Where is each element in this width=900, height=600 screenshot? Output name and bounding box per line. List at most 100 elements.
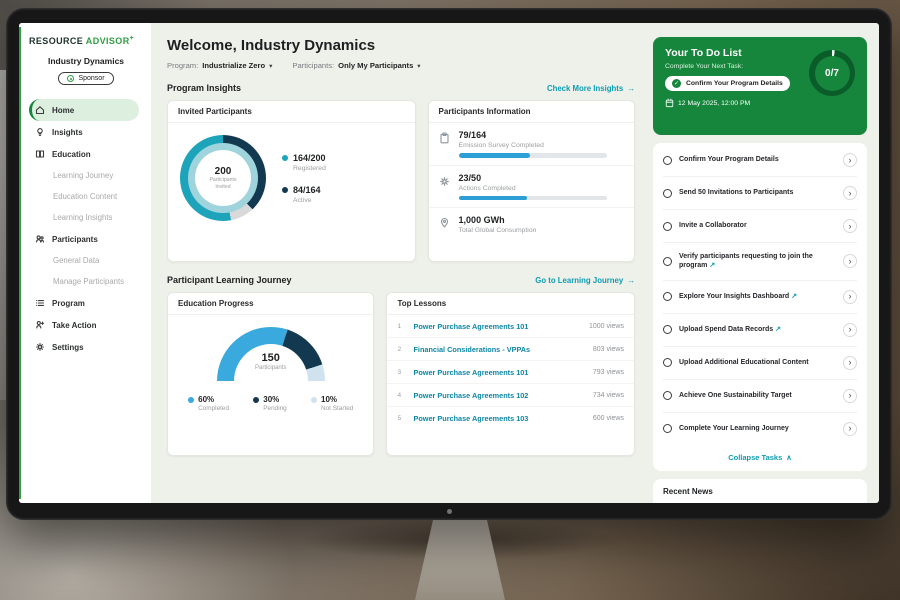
chevron-up-icon: ∧ xyxy=(786,453,792,462)
learning-journey-header: Participant Learning Journey Go to Learn… xyxy=(167,275,635,285)
task-row-achieve-sustainability-target[interactable]: Achieve One Sustainability Target › xyxy=(663,380,857,413)
lesson-link[interactable]: Power Purchase Agreements 103 xyxy=(413,414,584,423)
sidebar-item-home[interactable]: Home xyxy=(29,99,139,121)
lesson-rank: 3 xyxy=(397,369,405,376)
task-label: Confirm Your Program Details xyxy=(679,155,836,164)
participants-dropdown[interactable]: Participants: Only My Participants ▾ xyxy=(292,61,420,70)
task-checkbox[interactable] xyxy=(663,189,672,198)
active-value: 84/164 xyxy=(293,185,321,195)
chevron-right-icon[interactable]: › xyxy=(843,153,857,167)
education-progress-title: Education Progress xyxy=(168,293,373,315)
task-row-invite-collaborator[interactable]: Invite a Collaborator › xyxy=(663,210,857,243)
chevron-down-icon: ▾ xyxy=(269,62,272,70)
program-dropdown-label: Program: xyxy=(167,61,198,70)
app-logo: RESOURCE ADVISOR+ xyxy=(29,35,143,46)
task-checkbox[interactable] xyxy=(663,424,672,433)
sidebar-item-settings[interactable]: Settings xyxy=(29,336,143,358)
task-row-explore-insights[interactable]: Explore Your Insights Dashboard↗ › xyxy=(663,281,857,314)
check-more-insights-label: Check More Insights xyxy=(547,84,623,93)
lesson-rank: 5 xyxy=(397,415,405,422)
sidebar-item-learning-journey[interactable]: Learning Journey xyxy=(29,165,143,186)
pending-pct: 30% xyxy=(263,395,279,404)
task-checkbox[interactable] xyxy=(663,358,672,367)
chevron-right-icon[interactable]: › xyxy=(843,254,857,268)
next-task-pill[interactable]: ✓ Confirm Your Program Details xyxy=(665,76,790,91)
lesson-rank: 2 xyxy=(397,346,405,353)
sidebar-item-general-data[interactable]: General Data xyxy=(29,250,143,271)
registered-value: 164/200 xyxy=(293,153,326,163)
sidebar: RESOURCE ADVISOR+ Industry Dynamics Spon… xyxy=(19,23,151,503)
task-row-send-invitations[interactable]: Send 50 Invitations to Participants › xyxy=(663,177,857,210)
active-label: Active xyxy=(293,197,326,204)
sidebar-item-program[interactable]: Program xyxy=(29,292,143,314)
task-label: Invite a Collaborator xyxy=(679,221,836,230)
todo-task-list: Confirm Your Program Details › Send 50 I… xyxy=(653,143,867,471)
consumption-label: Total Global Consumption xyxy=(459,227,537,234)
map-pin-icon xyxy=(439,215,451,234)
program-dropdown-value: Industrialize Zero xyxy=(202,61,265,70)
task-row-confirm-program[interactable]: Confirm Your Program Details › xyxy=(663,144,857,177)
task-checkbox[interactable] xyxy=(663,156,672,165)
pending-dot-icon xyxy=(253,397,259,403)
lesson-link[interactable]: Power Purchase Agreements 101 xyxy=(413,322,581,331)
section-title-learning-journey: Participant Learning Journey xyxy=(167,275,292,285)
active-dot-icon xyxy=(282,187,288,193)
task-label: Upload Spend Data Records↗ xyxy=(679,325,836,334)
sidebar-item-take-action[interactable]: Take Action xyxy=(29,314,143,336)
pending-label: Pending xyxy=(263,405,286,412)
lesson-views: 600 views xyxy=(593,415,624,422)
sidebar-item-manage-participants[interactable]: Manage Participants xyxy=(29,271,143,292)
go-to-learning-journey-link[interactable]: Go to Learning Journey → xyxy=(535,276,635,285)
participants-dropdown-label: Participants: xyxy=(292,61,334,70)
lesson-link[interactable]: Power Purchase Agreements 101 xyxy=(413,368,584,377)
lesson-views: 1000 views xyxy=(589,323,624,330)
sidebar-item-label: Take Action xyxy=(52,321,96,330)
actions-completed-progressbar xyxy=(459,196,607,201)
sidebar-item-participants[interactable]: Participants xyxy=(29,228,143,250)
lesson-row: 5 Power Purchase Agreements 103 600 view… xyxy=(387,406,634,429)
chevron-right-icon[interactable]: › xyxy=(843,389,857,403)
task-checkbox[interactable] xyxy=(663,257,672,266)
sidebar-item-learning-insights[interactable]: Learning Insights xyxy=(29,207,143,228)
sidebar-item-insights[interactable]: Insights xyxy=(29,121,143,143)
task-checkbox[interactable] xyxy=(663,391,672,400)
chevron-right-icon[interactable]: › xyxy=(843,422,857,436)
task-label: Explore Your Insights Dashboard↗ xyxy=(679,292,836,301)
chevron-right-icon[interactable]: › xyxy=(843,356,857,370)
chevron-right-icon[interactable]: › xyxy=(843,290,857,304)
task-checkbox[interactable] xyxy=(663,222,672,231)
check-icon: ✓ xyxy=(672,79,681,88)
lightbulb-icon xyxy=(35,127,45,137)
invited-participants-title: Invited Participants xyxy=(168,101,415,123)
calendar-icon xyxy=(665,98,674,108)
program-dropdown[interactable]: Program: Industrialize Zero ▾ xyxy=(167,61,272,70)
recent-news-card: Recent News xyxy=(653,479,867,503)
chevron-right-icon[interactable]: › xyxy=(843,219,857,233)
chevron-right-icon[interactable]: › xyxy=(843,186,857,200)
sidebar-item-education[interactable]: Education xyxy=(29,143,143,165)
sidebar-item-education-content[interactable]: Education Content xyxy=(29,186,143,207)
task-row-verify-participants[interactable]: Verify participants requesting to join t… xyxy=(663,243,857,281)
lesson-link[interactable]: Financial Considerations - VPPAs xyxy=(413,345,584,354)
sponsor-badge[interactable]: Sponsor xyxy=(58,72,113,85)
lesson-rank: 1 xyxy=(397,323,405,330)
invited-participants-card: Invited Participants 200 Participants In… xyxy=(167,100,416,262)
book-icon xyxy=(35,149,45,159)
task-checkbox[interactable] xyxy=(663,292,672,301)
chevron-right-icon[interactable]: › xyxy=(843,323,857,337)
task-checkbox[interactable] xyxy=(663,325,672,334)
collapse-tasks-link[interactable]: Collapse Tasks ∧ xyxy=(663,445,857,470)
task-row-complete-learning-journey[interactable]: Complete Your Learning Journey › xyxy=(663,413,857,445)
sidebar-nav: Home Insights Education Learning Journey xyxy=(29,99,143,358)
lesson-views: 793 views xyxy=(593,369,624,376)
task-row-upload-educational-content[interactable]: Upload Additional Educational Content › xyxy=(663,347,857,380)
scene: RESOURCE ADVISOR+ Industry Dynamics Spon… xyxy=(0,0,900,600)
not-started-pct: 10% xyxy=(321,395,337,404)
check-more-insights-link[interactable]: Check More Insights → xyxy=(547,84,635,93)
task-row-upload-spend-data[interactable]: Upload Spend Data Records↗ › xyxy=(663,314,857,347)
participants-information-title: Participants Information xyxy=(429,101,634,123)
lesson-link[interactable]: Power Purchase Agreements 102 xyxy=(413,391,584,400)
invited-center-value: 200 xyxy=(204,166,242,177)
task-label: Complete Your Learning Journey xyxy=(679,424,836,433)
task-label: Upload Additional Educational Content xyxy=(679,358,836,367)
